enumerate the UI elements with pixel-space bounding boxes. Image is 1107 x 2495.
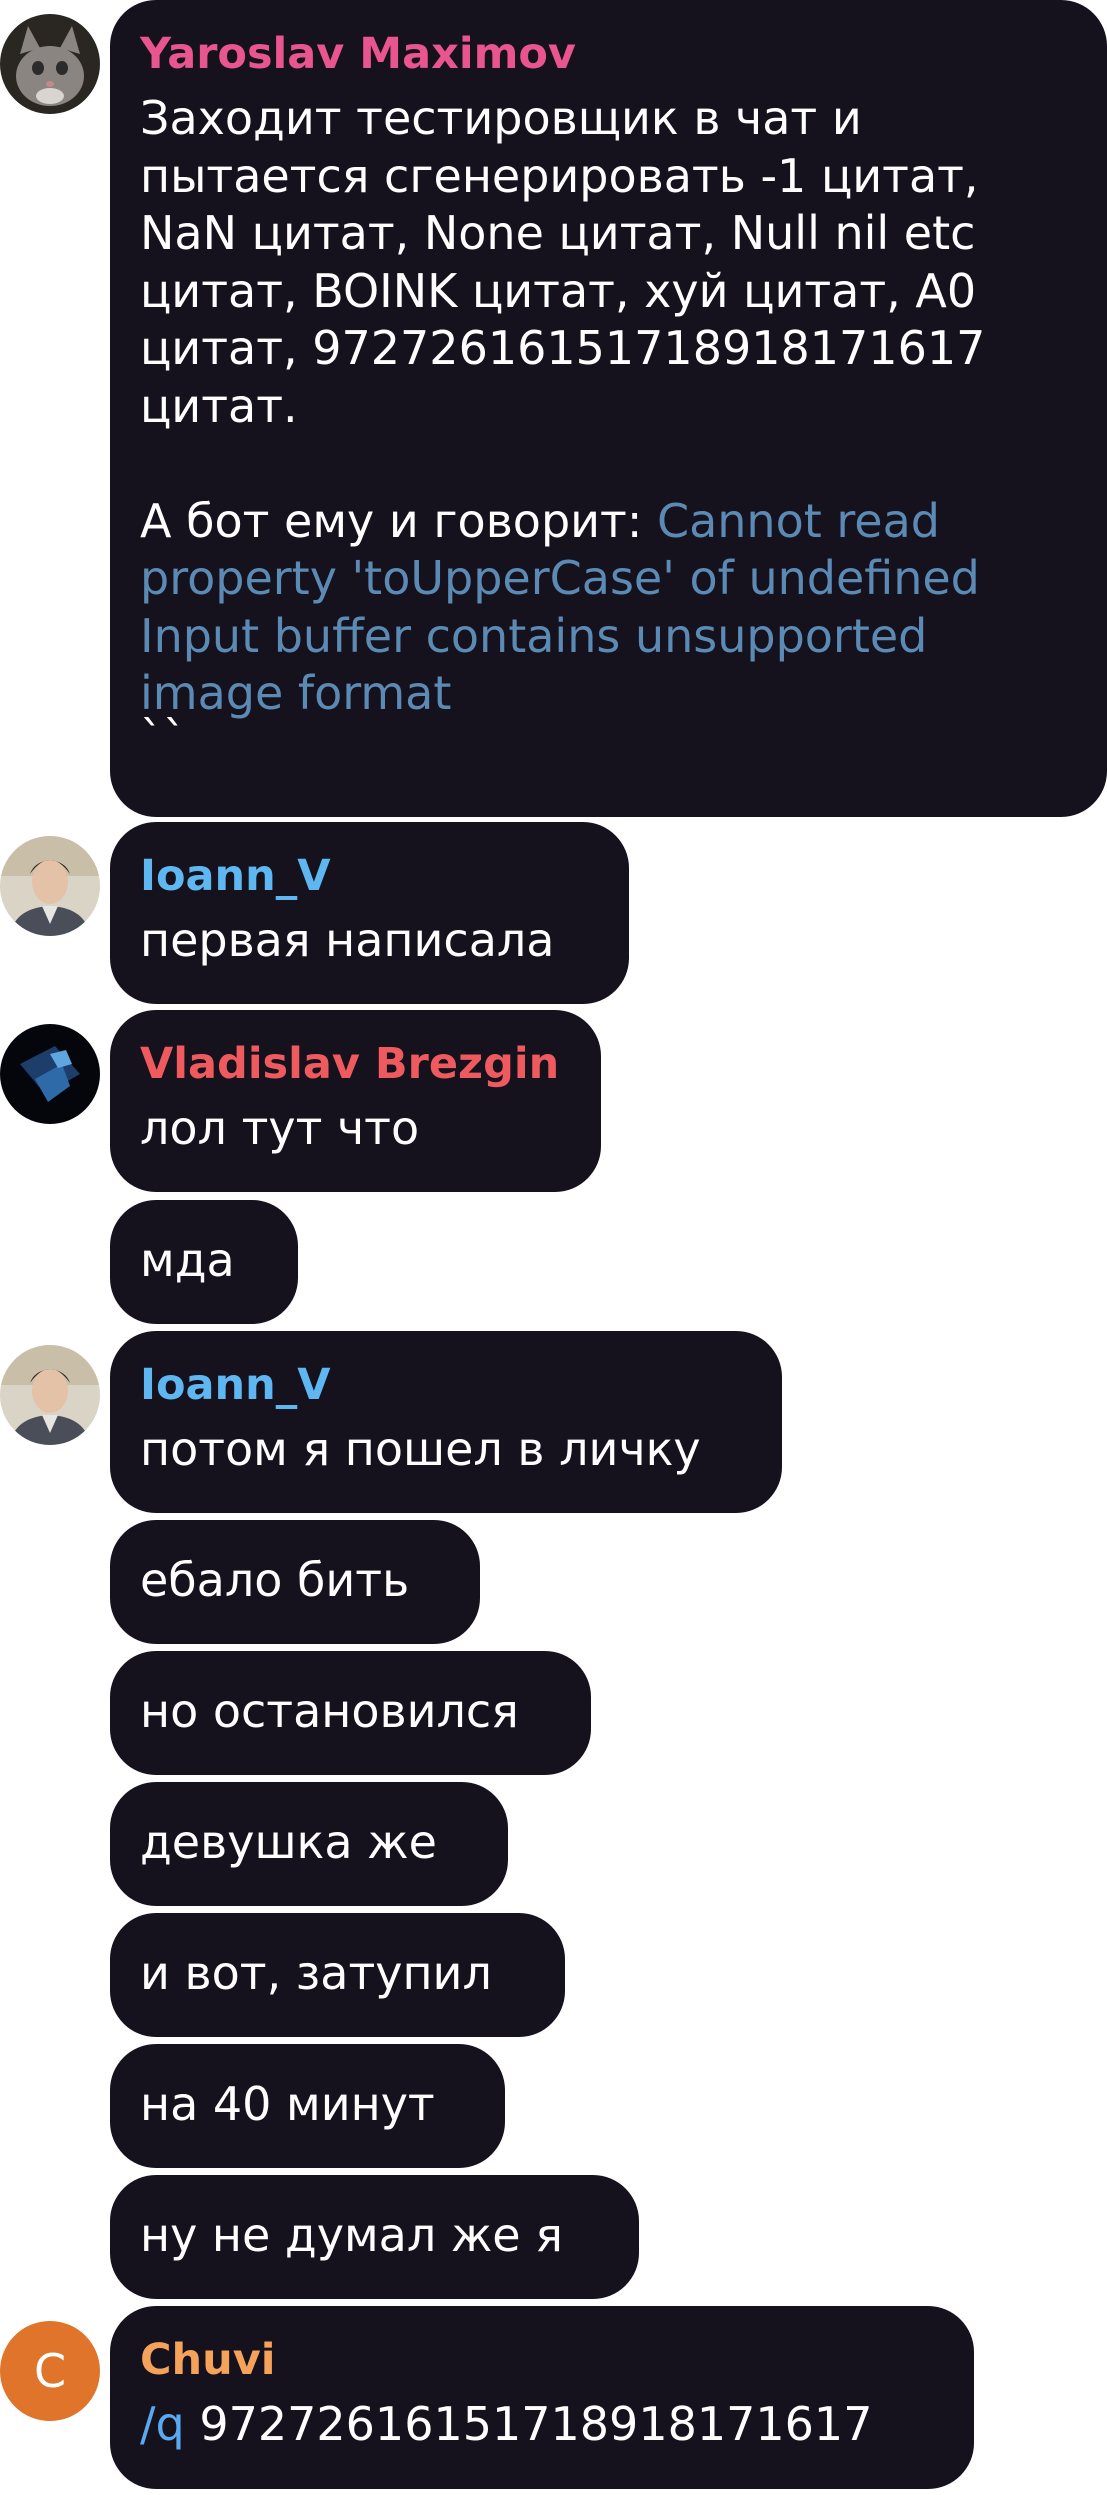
message-bubble[interactable]: Ioann_V первая написала: [110, 822, 629, 1004]
message-text: девушка же: [140, 1815, 437, 1869]
message-text: потом я пошел в личку: [140, 1422, 701, 1476]
message-text: ну не думал же я: [140, 2208, 563, 2262]
avatar[interactable]: C: [0, 2321, 100, 2421]
person-avatar-icon: [0, 1345, 100, 1445]
author-name[interactable]: Ioann_V: [140, 1357, 331, 1413]
message-text: лол тут что: [140, 1101, 420, 1155]
avatar[interactable]: [0, 836, 100, 936]
cat-avatar-icon: [0, 14, 100, 114]
message-text: /q 97272616151718918171617: [140, 2397, 873, 2451]
message-text: мда: [140, 1233, 235, 1287]
avatar-initial: C: [33, 2344, 67, 2398]
message-text: Заходит тестировщик в чат и пытается сге…: [140, 91, 986, 765]
author-name[interactable]: Chuvi: [140, 2332, 276, 2388]
bot-command-link[interactable]: /q: [140, 2397, 185, 2451]
message-text: первая написала: [140, 913, 555, 967]
message-bubble[interactable]: ну не думал же я: [110, 2175, 639, 2299]
message-bubble[interactable]: мда: [110, 1200, 298, 1324]
message-bubble[interactable]: девушка же: [110, 1782, 508, 1906]
message-text: но остановился: [140, 1684, 519, 1738]
error-text: Input buffer contains unsupported: [140, 608, 928, 663]
message-bubble[interactable]: ебало бить: [110, 1520, 480, 1644]
author-name[interactable]: Ioann_V: [140, 848, 331, 904]
message-bubble[interactable]: Vladislav Brezgin лол тут что: [110, 1010, 601, 1192]
avatar[interactable]: [0, 1024, 100, 1124]
message-bubble[interactable]: на 40 минут: [110, 2044, 505, 2168]
abstract-avatar-icon: [0, 1024, 100, 1124]
message-bubble[interactable]: но остановился: [110, 1651, 591, 1775]
message-text: на 40 минут: [140, 2077, 435, 2131]
avatar[interactable]: [0, 14, 100, 114]
message-text: и вот, затупил: [140, 1946, 492, 2000]
message-bubble[interactable]: Chuvi /q 97272616151718918171617: [110, 2306, 974, 2489]
error-text: property 'toUpperCase' of undefined: [140, 551, 980, 605]
avatar[interactable]: [0, 1345, 100, 1445]
message-text: ебало бить: [140, 1553, 410, 1607]
author-name[interactable]: Yaroslav Maximov: [140, 26, 576, 82]
person-avatar-icon: [0, 836, 100, 936]
message-bubble[interactable]: Yaroslav Maximov Заходит тестировщик в ч…: [110, 0, 1107, 817]
error-text: Cannot read: [656, 493, 940, 548]
message-bubble[interactable]: Ioann_V потом я пошел в личку: [110, 1331, 782, 1513]
author-name[interactable]: Vladislav Brezgin: [140, 1036, 559, 1092]
error-text: image format: [140, 666, 452, 720]
message-bubble[interactable]: и вот, затупил: [110, 1913, 565, 2037]
